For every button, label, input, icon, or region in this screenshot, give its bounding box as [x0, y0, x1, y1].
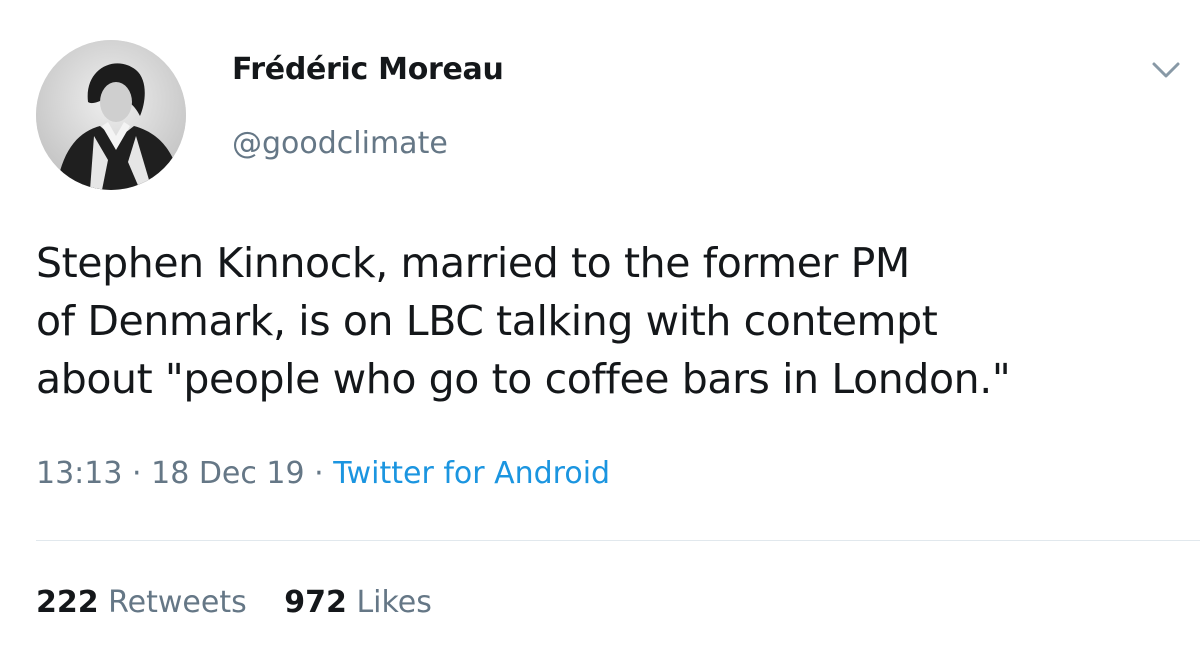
meta-separator: ·	[132, 456, 142, 491]
retweets-label: Retweets	[108, 585, 247, 620]
divider	[36, 540, 1200, 541]
tweet-text-line: about "people who go to coffee bars in L…	[36, 355, 1011, 403]
tweet-metadata: 13:13 · 18 Dec 19 · Twitter for Android	[36, 456, 610, 491]
retweets-stat[interactable]: 222 Retweets	[36, 585, 256, 620]
avatar[interactable]	[36, 40, 186, 190]
tweet-source-link[interactable]: Twitter for Android	[333, 456, 610, 491]
tweet-card: Frédéric Moreau @goodclimate Stephen Kin…	[0, 0, 1200, 669]
author-display-name[interactable]: Frédéric Moreau	[232, 52, 504, 87]
likes-stat[interactable]: 972 Likes	[284, 585, 432, 620]
meta-separator: ·	[314, 456, 324, 491]
likes-count: 972	[284, 585, 347, 620]
tweet-time[interactable]: 13:13	[36, 456, 122, 491]
tweet-stats: 222 Retweets 972 Likes	[36, 585, 460, 620]
author-handle[interactable]: @goodclimate	[232, 126, 448, 161]
tweet-date[interactable]: 18 Dec 19	[151, 456, 304, 491]
tweet-text: Stephen Kinnock, married to the former P…	[36, 234, 1186, 408]
avatar-photo	[36, 40, 186, 190]
retweets-count: 222	[36, 585, 99, 620]
likes-label: Likes	[356, 585, 432, 620]
tweet-text-line: Stephen Kinnock, married to the former P…	[36, 239, 910, 287]
tweet-text-line: of Denmark, is on LBC talking with conte…	[36, 297, 938, 345]
chevron-down-icon[interactable]	[1150, 58, 1182, 82]
